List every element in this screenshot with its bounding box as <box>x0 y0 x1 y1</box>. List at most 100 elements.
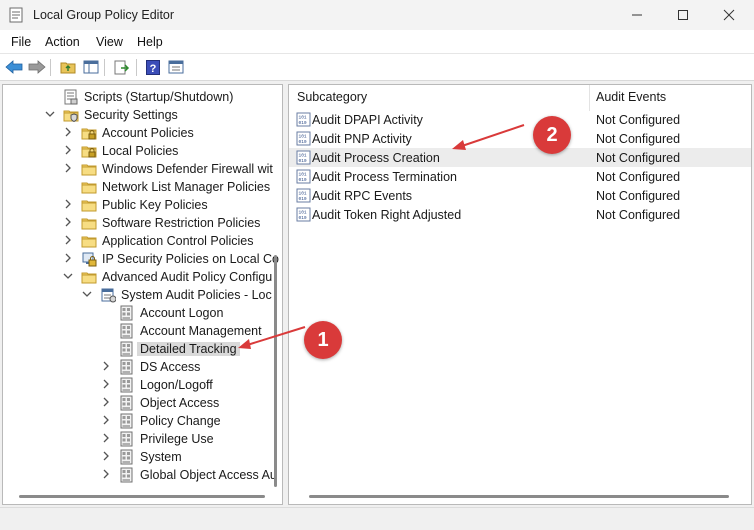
properties-button[interactable] <box>166 57 186 77</box>
tree-item[interactable]: IP Security Policies on Local Co <box>3 250 279 268</box>
list-item[interactable]: 101 010 Audit RPC Events Not Configured <box>289 186 751 205</box>
chevron-right-icon[interactable] <box>63 234 73 246</box>
menu-action[interactable]: Action <box>45 35 80 49</box>
menu-bar: File Action View Help <box>0 30 754 54</box>
folder-icon <box>81 197 97 213</box>
subcategory-name: Audit Token Right Adjusted <box>312 208 462 222</box>
tree-item[interactable]: Account Policies <box>3 124 273 142</box>
forward-button[interactable] <box>27 57 47 77</box>
tree-item[interactable]: System Audit Policies - Loc <box>3 286 273 304</box>
export-list-icon <box>114 60 130 74</box>
minimize-icon <box>632 14 642 16</box>
tree-item-label: IP Security Policies on Local Co <box>102 252 279 266</box>
svg-text:101: 101 <box>299 153 307 159</box>
annotation-badge-1: 1 <box>304 321 342 359</box>
tree-item[interactable]: Policy Change <box>3 412 273 430</box>
tree-item[interactable]: Object Access <box>3 394 273 412</box>
details-horizontal-scrollbar[interactable] <box>309 495 729 498</box>
policy-doc-icon <box>119 431 135 447</box>
tree-item[interactable]: Account Management <box>3 322 273 340</box>
window-title: Local Group Policy Editor <box>33 8 175 22</box>
menu-view[interactable]: View <box>96 35 123 49</box>
tree-item[interactable]: Network List Manager Policies <box>3 178 273 196</box>
tree-item[interactable]: Software Restriction Policies <box>3 214 273 232</box>
chevron-down-icon[interactable] <box>82 288 92 300</box>
details-pane[interactable]: Subcategory Audit Events 101 010 Audit DPA… <box>288 84 752 505</box>
tree-item-label: System <box>140 450 182 464</box>
menu-file[interactable]: File <box>11 35 31 49</box>
chevron-right-icon[interactable] <box>101 360 111 372</box>
svg-text:010: 010 <box>299 177 307 183</box>
tree-item[interactable]: Security Settings <box>3 106 273 124</box>
audit-events-value: Not Configured <box>596 208 681 222</box>
chevron-right-icon[interactable] <box>101 450 111 462</box>
subcategory-name: Audit DPAPI Activity <box>312 113 423 127</box>
chevron-right-icon[interactable] <box>63 162 73 174</box>
chevron-right-icon[interactable] <box>63 252 73 264</box>
chevron-right-icon[interactable] <box>63 216 73 228</box>
console-tree-pane[interactable]: Scripts (Startup/Shutdown) Security Setti… <box>2 84 283 505</box>
tree-item[interactable]: Logon/Logoff <box>3 376 273 394</box>
tree-item[interactable]: Account Logon <box>3 304 273 322</box>
maximize-button[interactable] <box>660 0 706 30</box>
tree-item[interactable]: Scripts (Startup/Shutdown) <box>3 88 273 106</box>
help-button[interactable]: ? <box>143 57 163 77</box>
tree-item[interactable]: Application Control Policies <box>3 232 273 250</box>
tree-horizontal-scrollbar[interactable] <box>19 495 265 498</box>
chevron-down-icon[interactable] <box>45 108 55 120</box>
status-bar <box>0 507 754 530</box>
column-divider[interactable] <box>589 85 590 111</box>
tree-item-label: Account Management <box>140 324 262 338</box>
tree-item[interactable]: Privilege Use <box>3 430 273 448</box>
title-bar: Local Group Policy Editor <box>0 0 754 30</box>
minimize-button[interactable] <box>614 0 660 30</box>
tree-item[interactable]: Detailed Tracking <box>3 340 273 358</box>
up-one-level-button[interactable] <box>58 57 78 77</box>
chevron-right-icon[interactable] <box>101 396 111 408</box>
export-list-button[interactable] <box>112 57 132 77</box>
policy-doc-icon <box>119 359 135 375</box>
chevron-right-icon[interactable] <box>63 144 73 156</box>
tree-item[interactable]: Public Key Policies <box>3 196 273 214</box>
menu-help[interactable]: Help <box>137 35 163 49</box>
list-item[interactable]: 101 010 Audit PNP Activity Not Configured <box>289 129 751 148</box>
audit-policy-icon: 101 010 <box>296 188 311 203</box>
policy-doc-icon <box>119 395 135 411</box>
tree-item[interactable]: DS Access <box>3 358 273 376</box>
tree-item[interactable]: Global Object Access Au <box>3 466 277 484</box>
chevron-right-icon[interactable] <box>101 378 111 390</box>
list-item[interactable]: 101 010 Audit Token Right Adjusted Not Conf… <box>289 205 751 224</box>
back-button[interactable] <box>4 57 24 77</box>
show-hide-tree-icon <box>83 60 99 74</box>
tree-item[interactable]: Windows Defender Firewall wit <box>3 160 273 178</box>
chevron-right-icon[interactable] <box>101 414 111 426</box>
chevron-right-icon[interactable] <box>63 198 73 210</box>
chevron-down-icon[interactable] <box>63 270 73 282</box>
toolbar: ? <box>0 54 754 81</box>
list-item[interactable]: 101 010 Audit DPAPI Activity Not Configured <box>289 110 751 129</box>
tree-item-label: Network List Manager Policies <box>102 180 271 194</box>
tree-item[interactable]: Advanced Audit Policy Configu <box>3 268 273 286</box>
svg-text:101: 101 <box>299 172 307 178</box>
tree-item-label: Account Policies <box>102 126 194 140</box>
column-header-audit-events[interactable]: Audit Events <box>596 90 666 104</box>
tree-item-label: Global Object Access Au <box>140 468 277 482</box>
tree-item[interactable]: Local Policies <box>3 142 273 160</box>
chevron-right-icon[interactable] <box>63 126 73 138</box>
list-item[interactable]: 101 010 Audit Process Creation Not Configur… <box>289 148 751 167</box>
tree-item[interactable]: System <box>3 448 273 466</box>
tree-vertical-scrollbar[interactable] <box>274 255 277 487</box>
audit-events-value: Not Configured <box>596 132 681 146</box>
policy-doc-icon <box>119 413 135 429</box>
audit-policies-icon <box>100 287 117 303</box>
list-item[interactable]: 101 010 Audit Process Termination Not Confi… <box>289 167 751 186</box>
column-header-subcategory[interactable]: Subcategory <box>297 90 367 104</box>
show-hide-console-tree-button[interactable] <box>81 57 101 77</box>
tree-item-label: Object Access <box>140 396 220 410</box>
subcategory-name: Audit Process Creation <box>312 151 440 165</box>
policy-doc-icon <box>119 449 135 465</box>
chevron-right-icon[interactable] <box>101 468 111 480</box>
chevron-right-icon[interactable] <box>101 432 111 444</box>
close-button[interactable] <box>706 0 752 30</box>
tree-item-label: Account Logon <box>140 306 224 320</box>
